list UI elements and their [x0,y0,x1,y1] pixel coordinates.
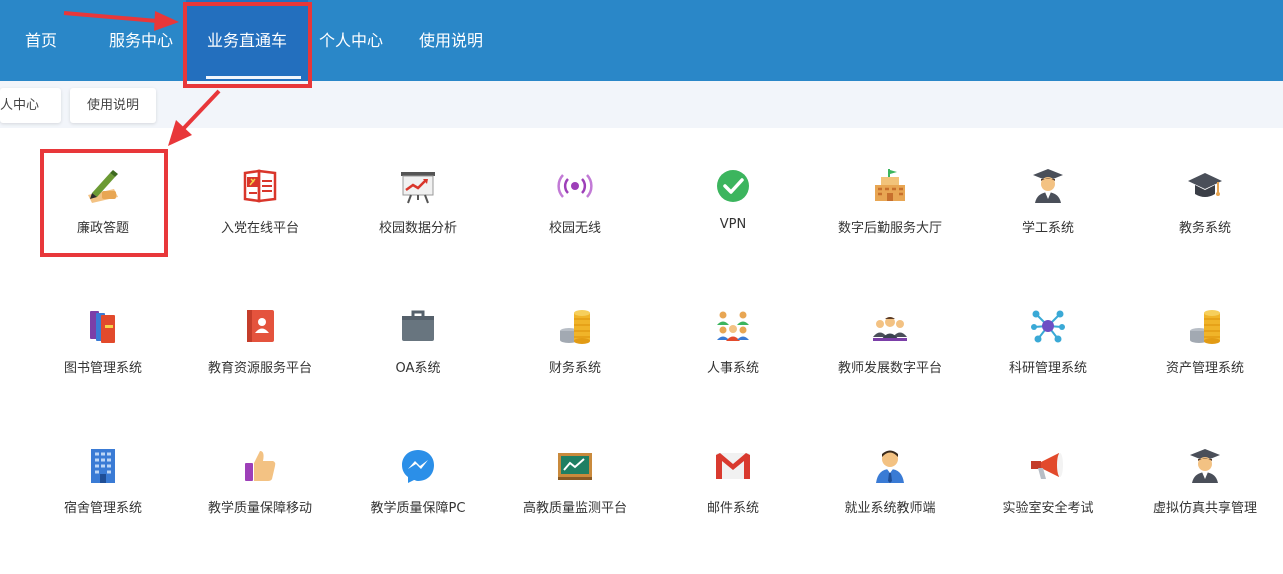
app-label-hr: 人事系统 [706,361,759,376]
app-label-campus-wifi: 校园无线 [548,221,601,236]
app-tile-campus-data-analysis[interactable]: 校园数据分析 [340,170,496,280]
party-book-icon [243,169,277,203]
app-tile-employment-teacher[interactable]: 就业系统教师端 [812,450,968,560]
app-label-research-management: 科研管理系统 [1008,361,1087,376]
app-tile-teaching-quality-mobile[interactable]: 教学质量保障移动 [182,450,338,560]
quick-links-bar [0,81,1283,128]
nav-item-instructions[interactable]: 使用说明 [419,0,483,81]
app-tile-finance[interactable]: 财务系统 [497,310,653,420]
app-tile-research-management[interactable]: 科研管理系统 [970,310,1126,420]
chip-instructions[interactable]: 使用说明 [70,88,156,123]
nav-item-personal-center[interactable]: 个人中心 [319,0,383,81]
nav-item-business-express[interactable]: 业务直通车 [186,0,308,81]
app-tile-library[interactable]: 图书管理系统 [25,310,181,420]
people-group-icon [717,311,749,341]
app-tile-vpn[interactable]: VPN [655,170,811,280]
app-label-lab-safety-exam: 实验室安全考试 [1002,501,1094,516]
chip-personal-center[interactable]: 个人中心 [0,88,61,123]
top-navigation-bar: 首页 服务中心 业务直通车 个人中心 使用说明 [0,0,1283,81]
app-tile-logistics-hall[interactable]: 数字后勤服务大厅 [812,169,968,280]
app-label-student-affairs: 学工系统 [1021,221,1074,236]
contact-book-icon [247,310,274,342]
pen-writing-icon [88,170,118,203]
app-tile-dormitory[interactable]: 宿舍管理系统 [25,449,181,560]
dormitory-building-icon [91,449,115,483]
app-label-employment-teacher: 就业系统教师端 [844,501,936,516]
nav-item-business-express-label: 业务直通车 [206,31,287,50]
app-label-mail: 邮件系统 [706,501,759,516]
presentation-chart-icon [401,172,435,204]
app-label-virtual-simulation: 虚拟仿真共享管理 [1152,501,1257,516]
coins-icon [560,310,590,344]
app-label-vpn: VPN [719,217,747,232]
app-label-teaching-quality-pc: 教学质量保障PC [370,501,466,516]
app-label-higher-ed-monitoring: 高教质量监测平台 [522,501,627,516]
app-tile-student-affairs[interactable]: 学工系统 [970,169,1126,280]
nav-item-service-center[interactable]: 服务中心 [109,0,173,81]
app-tile-campus-wifi[interactable]: 校园无线 [497,170,653,280]
megaphone-icon [1031,453,1063,479]
chip-instructions-label: 使用说明 [86,98,139,113]
books-icon [90,311,115,343]
thumbs-up-icon [245,451,276,481]
chalkboard-chart-icon [558,453,592,480]
app-label-academic-affairs: 教务系统 [1178,221,1231,236]
app-tile-higher-ed-monitoring[interactable]: 高教质量监测平台 [497,450,653,560]
chip-personal-center-label: 个人中心 [0,98,40,113]
app-label-education-resources: 教育资源服务平台 [207,361,312,376]
teachers-group-icon [873,317,907,341]
app-tile-virtual-simulation[interactable]: 虚拟仿真共享管理 [1127,449,1283,560]
coins-stack-icon [1190,310,1220,344]
mail-icon [716,453,750,479]
app-tile-academic-affairs[interactable]: 教务系统 [1127,170,1283,280]
building-icon [875,169,905,201]
app-tile-hr[interactable]: 人事系统 [655,310,811,420]
app-label-party-online: 入党在线平台 [220,221,299,236]
app-tile-lab-safety-exam[interactable]: 实验室安全考试 [970,450,1126,560]
active-tab-underline [206,76,301,79]
app-label-asset-management: 资产管理系统 [1165,361,1244,376]
app-label-finance: 财务系统 [548,361,601,376]
app-tile-teacher-development[interactable]: 教师发展数字平台 [812,310,968,420]
app-tile-mail[interactable]: 邮件系统 [655,450,811,560]
app-label-logistics-hall: 数字后勤服务大厅 [837,221,942,236]
app-tile-oa[interactable]: OA系统 [340,310,496,420]
briefcase-icon [402,310,434,341]
graduate-student-icon [1190,449,1220,483]
app-tile-teaching-quality-pc[interactable]: 教学质量保障PC [340,450,496,560]
messenger-icon [402,450,434,483]
app-label-library: 图书管理系统 [63,361,142,376]
app-tile-integrity-quiz[interactable]: 廉政答题 [25,170,181,280]
app-label-oa: OA系统 [395,361,441,376]
app-label-dormitory: 宿舍管理系统 [63,501,142,516]
app-tile-asset-management[interactable]: 资产管理系统 [1127,310,1283,420]
app-label-campus-data-analysis: 校园数据分析 [378,221,457,236]
app-tile-party-online[interactable]: 入党在线平台 [182,169,338,280]
graduate-student-icon [1033,169,1063,203]
app-label-integrity-quiz: 廉政答题 [76,221,129,236]
app-label-teaching-quality-mobile: 教学质量保障移动 [207,501,312,516]
app-tile-education-resources[interactable]: 教育资源服务平台 [182,310,338,420]
check-circle-icon [717,170,749,202]
molecule-icon [1031,310,1065,343]
graduation-cap-icon [1188,173,1222,197]
nav-item-home[interactable]: 首页 [25,0,57,81]
businessman-icon [876,450,904,483]
app-label-teacher-development: 教师发展数字平台 [837,361,942,376]
wireless-signal-icon [557,174,593,198]
